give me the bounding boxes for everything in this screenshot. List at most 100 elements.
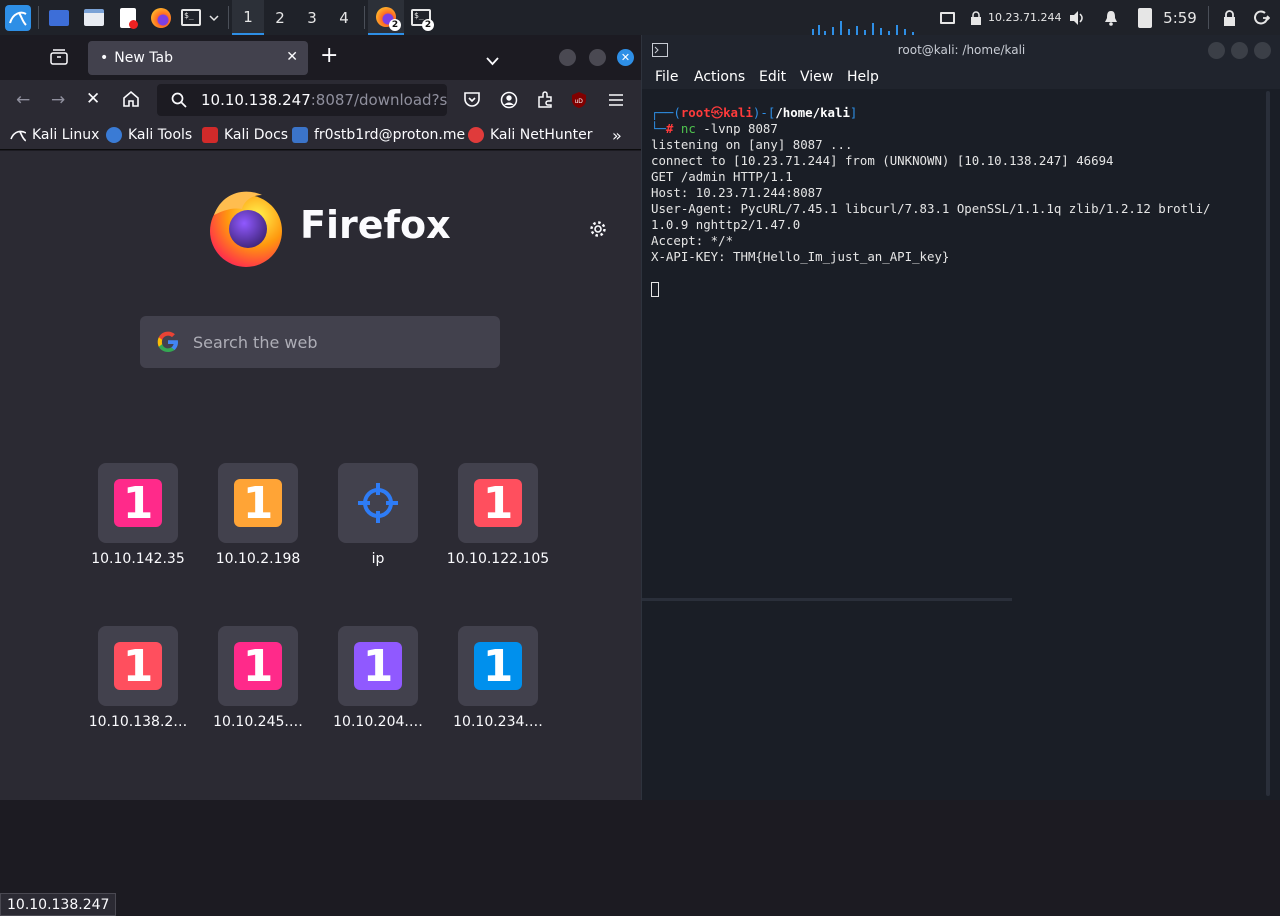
logout-icon[interactable] <box>1250 0 1274 35</box>
list-all-tabs-icon[interactable] <box>486 51 499 70</box>
ublock-origin-icon[interactable]: uD <box>571 91 587 113</box>
site-favicon-icon: 1 <box>234 478 282 529</box>
top-site-label[interactable]: ip <box>313 551 443 567</box>
show-desktop-icon[interactable] <box>45 0 73 35</box>
settings-gear-icon[interactable] <box>589 220 607 242</box>
pocket-icon[interactable] <box>463 91 481 112</box>
workspace-2[interactable]: 2 <box>264 0 296 35</box>
url-host: 10.10.138.247 <box>201 91 311 109</box>
top-site-label[interactable]: 10.10.138.2… <box>73 714 203 730</box>
top-site-tile[interactable]: 1 <box>98 626 178 706</box>
more-bookmarks-chevron-icon[interactable]: » <box>612 120 622 150</box>
command-args: -lvnp 8087 <box>703 121 778 136</box>
bookmark-kali-linux[interactable]: Kali Linux <box>10 120 99 150</box>
firefox-wordmark: Firefox <box>300 203 451 247</box>
minimize-button[interactable] <box>559 49 576 66</box>
tab-overview-icon[interactable] <box>50 49 68 69</box>
url-bar[interactable]: 10.10.138.247:8087/download?serv <box>157 84 447 116</box>
output-line: User-Agent: PycURL/7.45.1 libcurl/7.83.1… <box>651 201 1211 216</box>
top-site-tile[interactable]: 1 <box>338 626 418 706</box>
top-site-label[interactable]: 10.10.142.35 <box>73 551 203 567</box>
web-search-box[interactable]: Search the web <box>140 316 500 368</box>
output-line: 1.0.9 nghttp2/1.47.0 <box>651 217 801 232</box>
top-site-label[interactable]: 10.10.204.… <box>313 714 443 730</box>
notification-bell-icon[interactable] <box>1100 0 1122 35</box>
new-tab-button[interactable]: + <box>320 44 338 68</box>
menu-view[interactable]: View <box>800 65 833 89</box>
top-site-tile[interactable] <box>338 463 418 543</box>
site-favicon-icon: 1 <box>354 641 402 692</box>
tab-new-tab[interactable]: • New Tab ✕ <box>88 41 308 75</box>
taskbar-firefox-button[interactable]: 2 <box>368 0 404 35</box>
command-name: nc <box>680 121 696 136</box>
maximize-button[interactable] <box>589 49 606 66</box>
top-site-tile[interactable]: 1 <box>218 463 298 543</box>
volume-icon[interactable] <box>1066 0 1088 35</box>
workspace-1[interactable]: 1 <box>232 0 264 35</box>
menu-hamburger-icon[interactable] <box>608 92 624 111</box>
mail-icon <box>292 127 308 143</box>
terminal-launcher-icon[interactable]: $_ <box>178 0 204 35</box>
prompt-hash: # <box>665 121 674 136</box>
terminal-window: root@kali: /home/kali File Actions Edit … <box>641 35 1280 800</box>
close-window-button[interactable] <box>1254 42 1271 59</box>
menu-actions[interactable]: Actions <box>694 65 745 89</box>
background-artifact <box>642 595 1022 608</box>
terminal-titlebar: root@kali: /home/kali <box>642 35 1280 65</box>
menu-edit[interactable]: Edit <box>759 65 786 89</box>
url-path: :8087/download?serv <box>310 91 447 109</box>
top-site-label[interactable]: 10.10.245.… <box>193 714 323 730</box>
lock-screen-icon[interactable] <box>1218 0 1240 35</box>
battery-icon[interactable] <box>1134 0 1156 35</box>
top-site-tile[interactable]: 1 <box>458 463 538 543</box>
terminal-scrollbar[interactable] <box>1266 91 1270 796</box>
prompt-dir: /home/kali <box>775 105 850 120</box>
taskbar-terminal-button[interactable]: $_ 2 <box>405 0 437 35</box>
minimize-button[interactable] <box>1208 42 1225 59</box>
new-tab-page: Firefox Search the web 1 10.10.142.35 1 10.… <box>0 151 641 916</box>
forward-arrow-icon[interactable]: → <box>51 90 65 110</box>
prompt-user: root <box>680 105 711 120</box>
top-site-tile[interactable]: 1 <box>218 626 298 706</box>
bookmark-kali-docs[interactable]: Kali Docs <box>202 120 288 150</box>
menu-file[interactable]: File <box>655 65 678 89</box>
bookmark-email[interactable]: fr0stb1rd@proton.me <box>292 120 465 150</box>
close-tab-icon[interactable]: ✕ <box>286 49 298 65</box>
workspace-4[interactable]: 4 <box>328 0 360 35</box>
stop-loading-icon[interactable]: ✕ <box>86 89 100 109</box>
chevron-down-icon[interactable] <box>205 0 223 35</box>
text-editor-icon[interactable] <box>114 0 142 35</box>
terminal-output[interactable]: ┌──(root㉿kali)-[/home/kali] └─# nc -lvnp … <box>651 105 1273 297</box>
menu-help[interactable]: Help <box>847 65 879 89</box>
panel-separator <box>228 6 229 29</box>
firefox-launcher-icon[interactable] <box>147 0 175 35</box>
top-site-tile[interactable]: 1 <box>458 626 538 706</box>
top-site-tile[interactable]: 1 <box>98 463 178 543</box>
home-icon[interactable] <box>122 90 140 111</box>
lock-icon <box>966 0 986 35</box>
tab-title: New Tab <box>114 50 173 66</box>
kali-menu-button[interactable] <box>3 0 33 35</box>
maximize-button[interactable] <box>1231 42 1248 59</box>
workspace-3[interactable]: 3 <box>296 0 328 35</box>
bookmark-kali-tools[interactable]: Kali Tools <box>106 120 192 150</box>
cursor-line <box>651 281 1273 297</box>
network-display-icon[interactable] <box>936 0 958 35</box>
bookmarks-toolbar: Kali Linux Kali Tools Kali Docs fr0stb1r… <box>0 120 641 150</box>
account-icon[interactable] <box>500 91 518 113</box>
top-site-label[interactable]: 10.10.234.… <box>433 714 563 730</box>
vpn-ip-address: 10.23.71.244 <box>988 11 1062 24</box>
file-manager-icon[interactable] <box>80 0 108 35</box>
google-icon <box>157 331 178 352</box>
extensions-icon[interactable] <box>536 91 554 113</box>
site-favicon-icon: 1 <box>474 478 522 529</box>
top-site-label[interactable]: 10.10.2.198 <box>193 551 323 567</box>
clock[interactable]: 5:59 <box>1162 0 1198 35</box>
top-site-label[interactable]: 10.10.122.105 <box>433 551 563 567</box>
close-window-button[interactable]: ✕ <box>617 49 634 66</box>
output-line: listening on [any] 8087 ... <box>651 137 853 152</box>
bookmark-kali-nethunter[interactable]: Kali NetHunter <box>468 120 592 150</box>
bookmark-label: fr0stb1rd@proton.me <box>314 127 466 143</box>
back-arrow-icon[interactable]: ← <box>16 90 30 110</box>
